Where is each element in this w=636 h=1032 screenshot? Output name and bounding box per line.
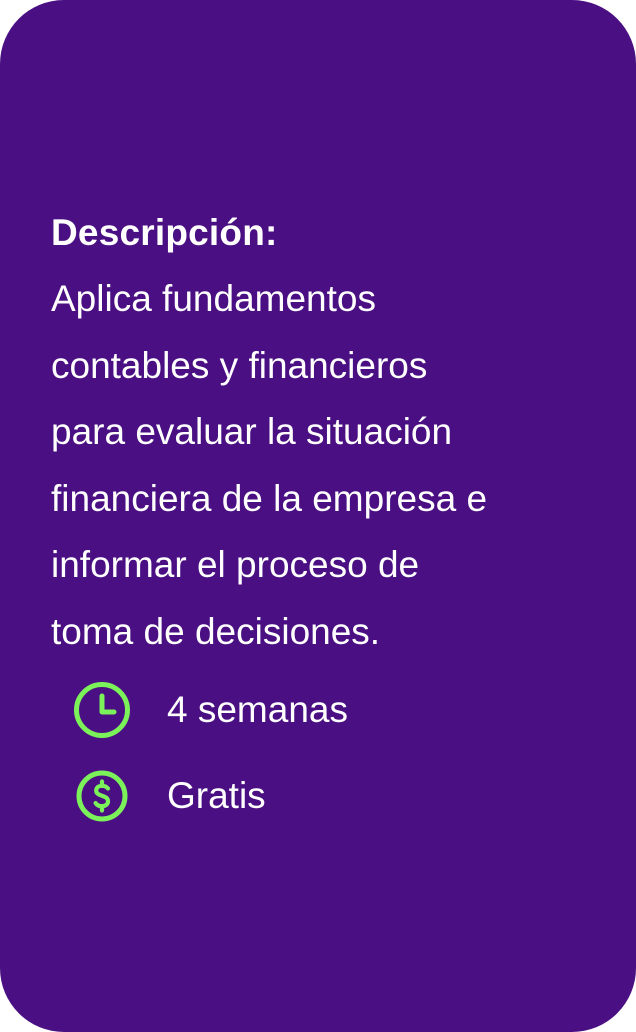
dollar-circle-icon: [76, 770, 128, 822]
description-text: Aplica fundamentos contables y financier…: [51, 278, 488, 652]
description-section: Descripción: Aplica fundamentos contable…: [51, 200, 611, 665]
price-text: Gratis: [167, 775, 266, 816]
duration-row: 4 semanas: [73, 681, 348, 739]
clock-icon: [74, 682, 130, 738]
price-row: Gratis: [73, 767, 266, 825]
duration-text: 4 semanas: [167, 689, 348, 730]
description-title: Descripción:: [51, 212, 278, 253]
course-info-card: Descripción: Aplica fundamentos contable…: [0, 0, 636, 1032]
